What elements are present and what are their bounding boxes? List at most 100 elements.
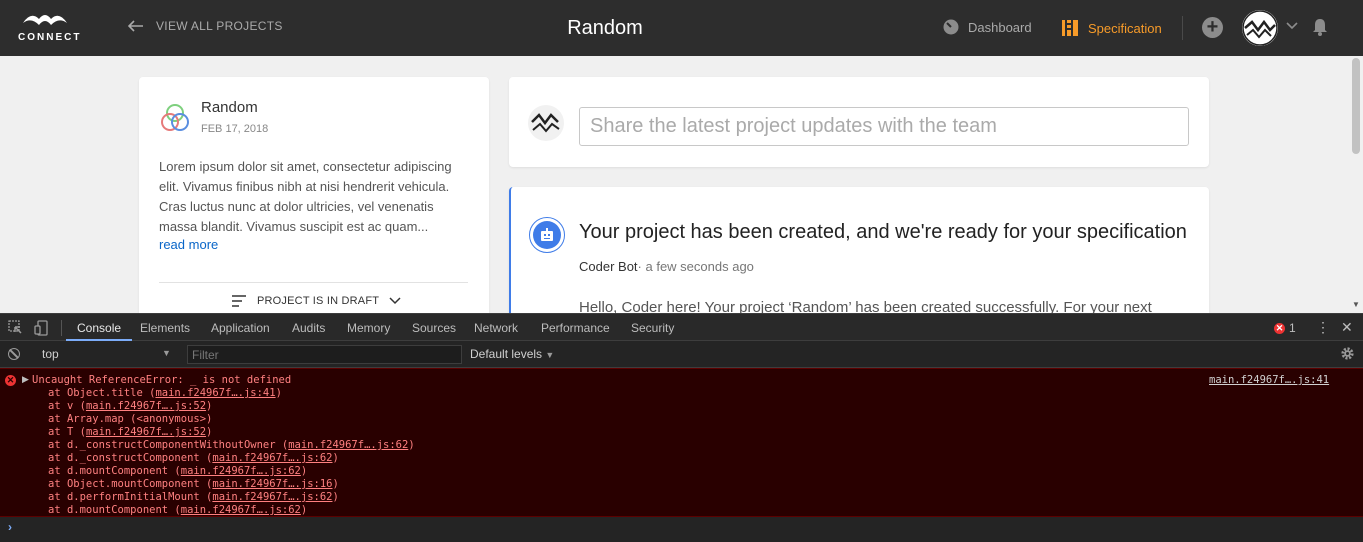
stack-frame: at d._constructComponent (main.f24967f….…: [48, 452, 415, 465]
nav-dashboard[interactable]: Dashboard: [943, 19, 1032, 35]
close-devtools-icon[interactable]: ✕: [1341, 319, 1353, 336]
read-more-link[interactable]: read more: [159, 237, 218, 252]
stack-frame-source-link[interactable]: main.f24967f….js:62: [212, 452, 332, 464]
stack-frame-call: at Object.title (: [48, 387, 156, 399]
stack-frame: at T (main.f24967f….js:52): [48, 426, 415, 439]
project-status-dropdown[interactable]: PROJECT IS IN DRAFT: [231, 295, 401, 307]
stack-frame: at Object.title (main.f24967f….js:41): [48, 387, 415, 400]
stack-frame: at d.performInitialMount (main.f24967f….…: [48, 491, 415, 504]
project-info-card: Random FEB 17, 2018 Lorem ipsum dolor si…: [139, 77, 489, 317]
feed-post-card: Your project has been created, and we're…: [509, 187, 1209, 327]
dashboard-label: Dashboard: [968, 19, 1032, 35]
add-project-button[interactable]: +: [1202, 17, 1223, 38]
dashboard-icon: [943, 19, 959, 35]
stack-frame-source-link[interactable]: main.f24967f….js:62: [181, 504, 301, 516]
tab-console[interactable]: Console: [77, 321, 121, 335]
menu-lines-icon: [232, 295, 246, 307]
stack-frame: at Object.mountComponent (main.f24967f….…: [48, 478, 415, 491]
console-prompt-icon: ›: [8, 520, 12, 534]
stack-frame: at Array.map (<anonymous>): [48, 413, 415, 426]
avatar-zigzag-icon: [1242, 10, 1278, 46]
stack-frame-call: at d.performInitialMount (: [48, 491, 213, 503]
stack-frame-call: at d.mountComponent (: [48, 465, 181, 477]
divider: [159, 282, 468, 283]
specification-icon: [1062, 20, 1078, 36]
project-description: Lorem ipsum dolor sit amet, consectetur …: [159, 159, 452, 234]
stack-frame-call: at v (: [48, 400, 86, 412]
stack-frame-suffix: ): [332, 478, 339, 490]
scroll-down-arrow[interactable]: ▼: [1352, 300, 1360, 309]
user-avatar[interactable]: [1242, 10, 1278, 46]
inspect-element-icon[interactable]: [8, 320, 22, 334]
project-name: Random: [201, 99, 258, 116]
stack-frame-suffix: ): [332, 452, 339, 464]
project-type-icon: [161, 104, 189, 131]
tab-elements[interactable]: Elements: [140, 321, 190, 335]
stack-frame: at d.mountComponent (main.f24967f….js:62…: [48, 465, 415, 478]
top-navbar: CONNECT VIEW ALL PROJECTS Random Dashboa…: [0, 0, 1363, 56]
bell-icon[interactable]: [1312, 18, 1328, 36]
gear-icon[interactable]: [1340, 346, 1355, 361]
clear-console-icon[interactable]: [8, 348, 20, 360]
device-toolbar-icon[interactable]: [34, 320, 48, 336]
post-author[interactable]: Coder Bot: [579, 259, 638, 274]
devtools-panel: Console Elements Application Audits Memo…: [0, 313, 1363, 542]
stack-frame-source-link[interactable]: main.f24967f….js:52: [86, 400, 206, 412]
stack-frame-source-link[interactable]: main.f24967f….js:16: [212, 478, 332, 490]
stack-frame-source-link[interactable]: main.f24967f….js:62: [212, 491, 332, 503]
stack-frame-suffix: ): [408, 439, 415, 451]
stack-frame-suffix: ): [275, 387, 282, 399]
console-filter-input[interactable]: [187, 345, 462, 364]
stack-frame-call: at d._constructComponent (: [48, 452, 213, 464]
avatar-zigzag-icon: [531, 113, 560, 133]
stack-frame-source-link[interactable]: main.f24967f….js:52: [86, 426, 206, 438]
tab-application[interactable]: Application: [211, 321, 270, 335]
composer-avatar: [528, 105, 564, 141]
tab-sources[interactable]: Sources: [412, 321, 456, 335]
expand-triangle-icon[interactable]: ▶: [22, 374, 29, 385]
project-status-label: PROJECT IS IN DRAFT: [257, 295, 380, 307]
context-selector[interactable]: top: [34, 345, 174, 364]
stack-frame: at v (main.f24967f….js:52): [48, 400, 415, 413]
stack-frame-call: at T (: [48, 426, 86, 438]
error-message-text[interactable]: Uncaught ReferenceError: _ is not define…: [32, 374, 291, 386]
project-date: FEB 17, 2018: [201, 123, 269, 135]
stack-frame-call: at d.mountComponent (: [48, 504, 181, 516]
stack-frame: at d._constructComponentWithoutOwner (ma…: [48, 439, 415, 452]
log-levels-dropdown[interactable]: Default levels ▼: [470, 347, 554, 361]
tab-network[interactable]: Network: [474, 321, 518, 335]
post-composer-card: [509, 77, 1209, 167]
stack-frame-suffix: ): [300, 465, 308, 477]
tab-performance[interactable]: Performance: [541, 321, 610, 335]
log-levels-label: Default levels: [470, 347, 543, 361]
stack-frame-source-link[interactable]: main.f24967f….js:41: [155, 387, 275, 399]
robot-icon: [541, 228, 553, 241]
stack-frame-source-link[interactable]: main.f24967f….js:62: [181, 465, 301, 477]
chevron-down-icon[interactable]: [1286, 22, 1298, 30]
tab-audits[interactable]: Audits: [292, 321, 325, 335]
tab-memory[interactable]: Memory: [347, 321, 390, 335]
error-icon: ✕: [5, 375, 16, 386]
error-icon: ✕: [1274, 322, 1285, 334]
stack-frame-source-link[interactable]: main.f24967f….js:62: [288, 439, 408, 451]
page-scrollbar-thumb[interactable]: [1352, 58, 1360, 154]
more-options-icon[interactable]: ⋮: [1316, 319, 1330, 336]
coder-bot-avatar: [529, 217, 565, 253]
caret-down-icon: ▼: [545, 350, 555, 360]
console-input[interactable]: [20, 520, 1340, 536]
tabbar-separator: [61, 320, 62, 336]
tab-security[interactable]: Security: [631, 321, 674, 335]
stack-frame: at d.mountComponent (main.f24967f….js:62…: [48, 504, 415, 517]
stack-frame-call: at Object.mountComponent (: [48, 478, 213, 490]
nav-divider: [1182, 16, 1183, 40]
console-error-message: ✕ ▶ Uncaught ReferenceError: _ is not de…: [0, 368, 1363, 517]
specification-label: Specification: [1088, 20, 1162, 36]
caret-down-icon: ▼: [162, 348, 171, 358]
stack-frame-call: at d._constructComponentWithoutOwner (: [48, 439, 289, 451]
post-update-input[interactable]: [579, 107, 1189, 146]
error-source-link[interactable]: main.f24967f….js:41: [1209, 374, 1329, 386]
stack-frame-suffix: ): [206, 426, 213, 438]
console-filter-bar: top ▼ Default levels ▼: [0, 341, 1363, 368]
nav-specification[interactable]: Specification: [1061, 19, 1162, 37]
error-count-badge[interactable]: ✕ 1: [1274, 321, 1296, 335]
